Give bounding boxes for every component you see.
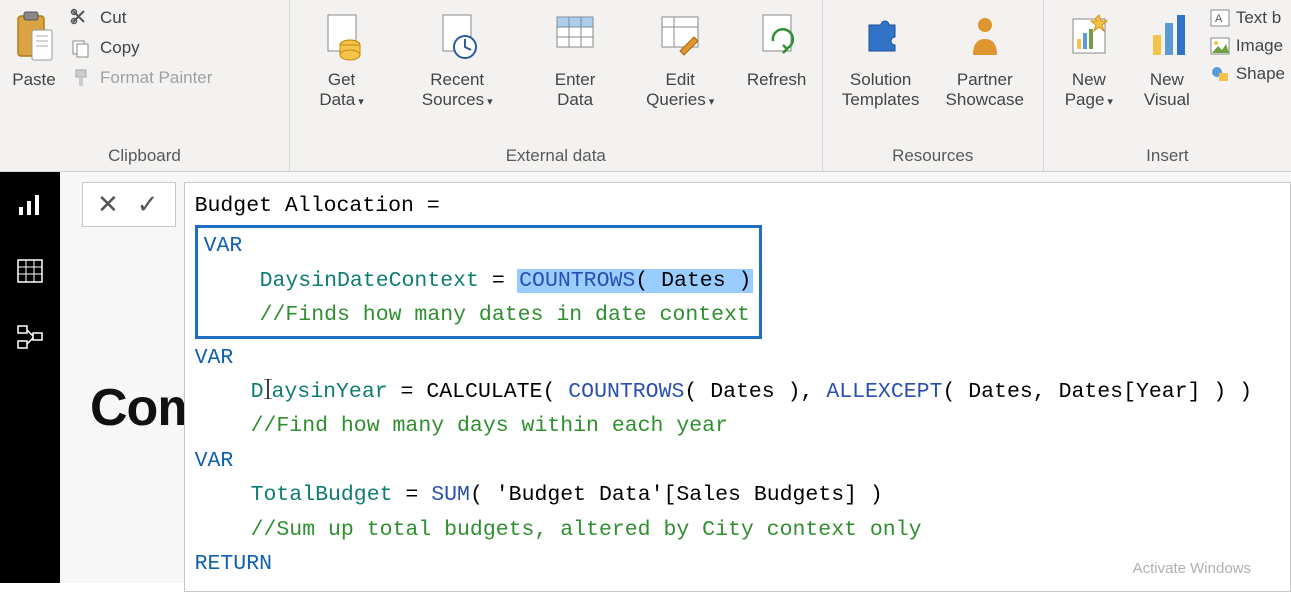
formula-editor[interactable]: Budget Allocation = VAR DaysinDateContex… [184,182,1291,592]
new-visual-button[interactable]: New Visual [1128,4,1206,111]
edit-queries-icon [656,10,704,64]
image-label: Image [1236,36,1283,56]
chevron-down-icon: ▾ [1107,96,1113,108]
cut-label: Cut [100,8,126,28]
paintbrush-icon [70,68,92,88]
ribbon-group-resources: Solution Templates Partner Showcase Reso… [823,0,1044,171]
copy-label: Copy [100,38,140,58]
external-group-label: External data [296,141,816,169]
side-nav [0,172,60,583]
new-visual-icon [1143,10,1191,64]
text-box-button[interactable]: A Text b [1210,8,1285,28]
image-button[interactable]: Image [1210,36,1285,56]
commit-formula-button[interactable]: ✓ [137,189,159,220]
insert-group-label: Insert [1050,141,1285,169]
text-box-label: Text b [1236,8,1281,28]
cancel-formula-button[interactable]: ✕ [97,189,119,220]
format-painter-label: Format Painter [100,68,212,88]
copy-button[interactable]: Copy [70,38,212,58]
new-page-button[interactable]: New Page▾ [1050,4,1128,111]
shapes-button[interactable]: Shape [1210,64,1285,84]
get-data-label: Get Data▾ [306,70,377,111]
recent-sources-button[interactable]: Recent Sources▾ [387,4,527,111]
solution-templates-button[interactable]: Solution Templates [829,4,933,111]
ribbon-group-insert: New Page▾ New Visual A Text b Image Shap… [1044,0,1291,171]
scissors-icon [70,8,92,28]
ribbon-group-clipboard: Paste Cut Copy Format Painter Clipboard [0,0,290,171]
shapes-icon [1210,65,1230,83]
chevron-down-icon: ▾ [709,96,715,108]
recent-sources-label: Recent Sources▾ [397,70,517,111]
get-data-icon [318,10,366,64]
canvas-area: Com ✕ ✓ Budget Allocation = VAR DaysinDa… [60,172,1291,583]
highlighted-block: VAR DaysinDateContext = COUNTROWS( Dates… [195,225,763,338]
refresh-icon [753,10,801,64]
copy-icon [70,38,92,58]
partner-showcase-button[interactable]: Partner Showcase [933,4,1037,111]
ribbon: Paste Cut Copy Format Painter Clipboard [0,0,1291,172]
clipboard-group-label: Clipboard [6,141,283,169]
solution-templates-label: Solution Templates [839,70,923,111]
activate-windows-watermark: Activate Windows [1133,560,1251,577]
new-page-label: New Page▾ [1060,70,1118,111]
get-data-button[interactable]: Get Data▾ [296,4,387,111]
puzzle-icon [857,10,905,64]
formula-bar: ✕ ✓ Budget Allocation = VAR DaysinDateCo… [82,182,1291,592]
data-view-button[interactable] [15,256,45,286]
text-cursor-icon [264,379,272,399]
edit-queries-label: Edit Queries▾ [633,70,728,111]
enter-data-icon [551,10,599,64]
ribbon-group-external: Get Data▾ Recent Sources▾ Enter Data Edi… [290,0,823,171]
formula-line: Budget Allocation = [195,189,1280,223]
partner-showcase-label: Partner Showcase [943,70,1027,111]
main-area: Com ✕ ✓ Budget Allocation = VAR DaysinDa… [0,172,1291,583]
edit-queries-button[interactable]: Edit Queries▾ [623,4,738,111]
image-icon [1210,37,1230,55]
shapes-label: Shape [1236,64,1285,84]
report-view-button[interactable] [15,190,45,220]
chevron-down-icon: ▾ [358,96,364,108]
chevron-down-icon: ▾ [487,96,493,108]
svg-text:A: A [1215,13,1223,25]
refresh-label: Refresh [747,70,807,90]
enter-data-button[interactable]: Enter Data [527,4,622,111]
cut-button[interactable]: Cut [70,8,212,28]
model-view-button[interactable] [15,322,45,352]
paste-icon [12,10,56,64]
new-visual-label: New Visual [1138,70,1196,111]
text-box-icon: A [1210,9,1230,27]
paste-button[interactable]: Paste [6,4,66,90]
resources-group-label: Resources [829,141,1037,169]
enter-data-label: Enter Data [537,70,612,111]
format-painter-button[interactable]: Format Painter [70,68,212,88]
person-icon [961,10,1009,64]
new-page-icon [1065,10,1113,64]
recent-sources-icon [433,10,481,64]
paste-label: Paste [12,70,55,90]
refresh-button[interactable]: Refresh [738,4,816,90]
